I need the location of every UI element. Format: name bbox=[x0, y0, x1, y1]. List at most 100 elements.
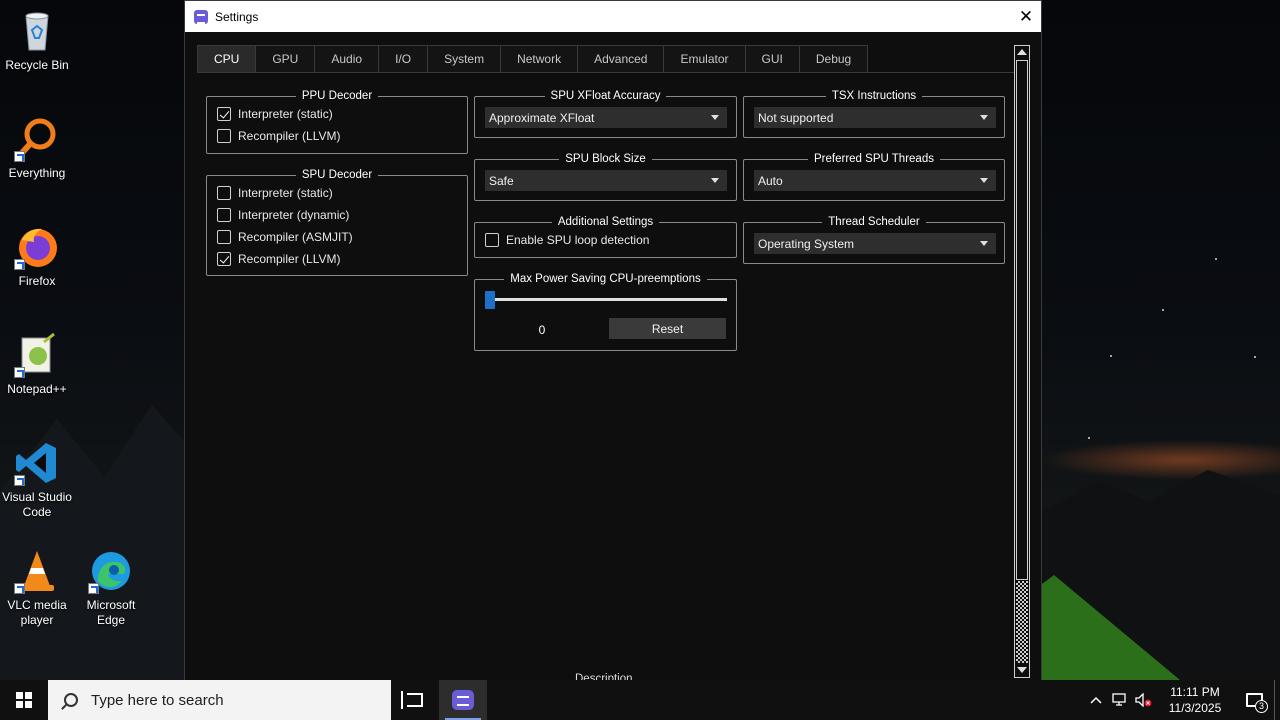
spu-recompiler-asmjit-option[interactable]: Recompiler (ASMJIT) bbox=[217, 230, 353, 244]
ppu-decoder-title: PPU Decoder bbox=[295, 90, 379, 102]
tsx-instructions-dropdown[interactable]: Not supported bbox=[754, 107, 996, 128]
scrollbar-thumb[interactable] bbox=[1016, 60, 1028, 580]
action-center-button[interactable]: 3 bbox=[1234, 680, 1274, 720]
settings-content: CPU GPU Audio I/O System Network Advance… bbox=[185, 32, 1041, 680]
tab-gui[interactable]: GUI bbox=[744, 45, 800, 72]
tab-advanced[interactable]: Advanced bbox=[577, 45, 665, 72]
shortcut-arrow-icon bbox=[14, 583, 25, 594]
preferred-spu-threads-group: Preferred SPU Threads Auto bbox=[743, 153, 1005, 201]
tab-emulator[interactable]: Emulator bbox=[663, 45, 746, 72]
desktop-icon-label: Notepad++ bbox=[7, 382, 67, 396]
dropdown-value: Approximate XFloat bbox=[489, 110, 595, 125]
spu-block-size-dropdown[interactable]: Safe bbox=[485, 170, 727, 191]
task-view-button[interactable] bbox=[391, 680, 439, 720]
ppu-decoder-group: PPU Decoder Interpreter (static) Recompi… bbox=[206, 90, 468, 154]
title-bar[interactable]: Settings ✕ bbox=[185, 1, 1041, 32]
show-desktop-button[interactable] bbox=[1274, 680, 1280, 720]
settings-window: Settings ✕ CPU GPU Audio I/O System Netw… bbox=[184, 0, 1042, 680]
volume-muted-icon[interactable] bbox=[1132, 680, 1156, 720]
taskbar-clock[interactable]: 11:11 PM 11/3/2025 bbox=[1156, 684, 1234, 716]
cpu-preemptions-title: Max Power Saving CPU-preemptions bbox=[504, 273, 707, 285]
star bbox=[1162, 309, 1164, 311]
tab-debug[interactable]: Debug bbox=[798, 45, 869, 72]
tab-io[interactable]: I/O bbox=[378, 45, 429, 72]
desktop-icon-edge[interactable]: Microsoft Edge bbox=[74, 548, 148, 628]
option-label: Recompiler (LLVM) bbox=[238, 252, 341, 266]
everything-icon bbox=[14, 116, 60, 162]
windows-logo-icon bbox=[16, 692, 32, 708]
chevron-down-icon bbox=[980, 178, 988, 183]
spu-xfloat-accuracy-dropdown[interactable]: Approximate XFloat bbox=[485, 107, 727, 128]
scroll-up-arrow-icon[interactable] bbox=[1016, 47, 1028, 59]
desktop-icon-vlc[interactable]: VLC media player bbox=[0, 548, 74, 628]
spu-recompiler-llvm-option[interactable]: Recompiler (LLVM) bbox=[217, 252, 340, 266]
vertical-scrollbar[interactable] bbox=[1014, 45, 1030, 678]
desktop-icon-vscode[interactable]: Visual Studio Code bbox=[0, 440, 74, 520]
tab-system[interactable]: System bbox=[427, 45, 502, 72]
checkbox-unchecked-icon[interactable] bbox=[217, 230, 231, 244]
desktop-icon-label: Firefox bbox=[18, 274, 56, 288]
network-icon[interactable] bbox=[1108, 680, 1132, 720]
checkbox-unchecked-icon[interactable] bbox=[485, 233, 499, 247]
notepad-plus-plus-icon bbox=[14, 332, 60, 378]
star bbox=[1215, 258, 1217, 260]
checkbox-unchecked-icon[interactable] bbox=[217, 129, 231, 143]
scrollbar-track[interactable] bbox=[1016, 581, 1028, 663]
dropdown-value: Auto bbox=[758, 173, 783, 188]
close-icon: ✕ bbox=[1018, 6, 1034, 26]
spu-decoder-group: SPU Decoder Interpreter (static) Interpr… bbox=[206, 169, 468, 276]
ppu-interpreter-static-option[interactable]: Interpreter (static) bbox=[217, 107, 333, 121]
checkbox-checked-icon[interactable] bbox=[217, 107, 231, 121]
recycle-bin-icon bbox=[14, 8, 60, 54]
system-tray: 11:11 PM 11/3/2025 3 bbox=[1084, 680, 1280, 720]
taskbar-search-box[interactable]: Type here to search bbox=[48, 680, 391, 720]
reset-button[interactable]: Reset bbox=[609, 318, 726, 339]
thread-scheduler-group: Thread Scheduler Operating System bbox=[743, 216, 1005, 264]
cpu-preemptions-slider-handle[interactable] bbox=[485, 291, 495, 309]
scroll-down-arrow-icon[interactable] bbox=[1016, 664, 1028, 676]
tab-gpu[interactable]: GPU bbox=[255, 45, 316, 72]
preferred-spu-threads-dropdown[interactable]: Auto bbox=[754, 170, 996, 191]
desktop-icon-label: Recycle Bin bbox=[5, 58, 69, 72]
show-hidden-icons-chevron-up-icon[interactable] bbox=[1084, 680, 1108, 720]
thread-scheduler-title: Thread Scheduler bbox=[822, 216, 926, 228]
edge-icon bbox=[88, 548, 134, 594]
desktop-icon-label: Visual Studio Code bbox=[2, 490, 72, 519]
desktop-icon-everything[interactable]: Everything bbox=[0, 116, 74, 181]
search-placeholder: Type here to search bbox=[91, 691, 224, 709]
search-icon bbox=[64, 693, 78, 707]
additional-settings-title: Additional Settings bbox=[551, 216, 660, 228]
preferred-spu-threads-title: Preferred SPU Threads bbox=[808, 153, 940, 165]
spu-loop-detection-option[interactable]: Enable SPU loop detection bbox=[485, 233, 649, 247]
dropdown-value: Not supported bbox=[758, 110, 834, 125]
desktop-icon-label: Microsoft Edge bbox=[86, 598, 136, 627]
dropdown-value: Operating System bbox=[758, 236, 855, 251]
rpcs3-app-icon bbox=[194, 9, 208, 24]
thread-scheduler-dropdown[interactable]: Operating System bbox=[754, 233, 996, 254]
tsx-instructions-group: TSX Instructions Not supported bbox=[743, 90, 1005, 138]
checkbox-unchecked-icon[interactable] bbox=[217, 208, 231, 222]
star bbox=[1088, 437, 1090, 439]
taskbar-app-rpcs3[interactable] bbox=[439, 680, 487, 720]
ppu-recompiler-llvm-option[interactable]: Recompiler (LLVM) bbox=[217, 129, 340, 143]
spu-interpreter-dynamic-option[interactable]: Interpreter (dynamic) bbox=[217, 208, 349, 222]
close-button[interactable]: ✕ bbox=[1011, 1, 1041, 32]
star bbox=[1254, 356, 1256, 358]
checkbox-unchecked-icon[interactable] bbox=[217, 186, 231, 200]
clock-date: 11/3/2025 bbox=[1168, 701, 1222, 715]
tab-audio[interactable]: Audio bbox=[314, 45, 380, 72]
firefox-icon bbox=[14, 224, 60, 270]
tab-cpu[interactable]: CPU bbox=[197, 45, 257, 72]
rpcs3-app-icon bbox=[452, 690, 474, 710]
tab-divider bbox=[197, 72, 1015, 73]
checkbox-checked-icon[interactable] bbox=[217, 252, 231, 266]
tab-network[interactable]: Network bbox=[500, 45, 579, 72]
spu-xfloat-accuracy-group: SPU XFloat Accuracy Approximate XFloat bbox=[474, 90, 737, 138]
desktop-icon-notepad-plus-plus[interactable]: Notepad++ bbox=[0, 332, 74, 397]
desktop-icon-recycle-bin[interactable]: Recycle Bin bbox=[0, 8, 74, 73]
spu-block-size-title: SPU Block Size bbox=[559, 153, 652, 165]
desktop-icon-firefox[interactable]: Firefox bbox=[0, 224, 74, 289]
cpu-preemptions-slider-track[interactable] bbox=[493, 298, 727, 301]
start-button[interactable] bbox=[0, 680, 48, 720]
spu-interpreter-static-option[interactable]: Interpreter (static) bbox=[217, 186, 333, 200]
